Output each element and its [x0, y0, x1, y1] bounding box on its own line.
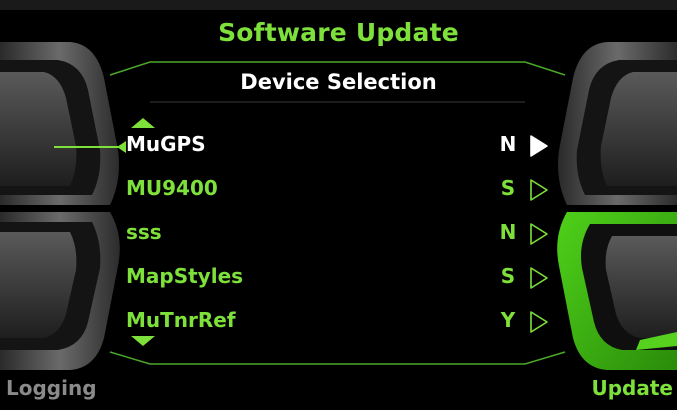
device-status-flag: N: [499, 220, 517, 244]
left-lower-bezel-knob: [0, 212, 120, 370]
triangle-up-icon[interactable]: [131, 118, 155, 128]
right-lower-bezel-knob: [557, 212, 677, 370]
play-arrow-icon[interactable]: [528, 221, 550, 247]
right-upper-bezel-knob: [558, 42, 677, 205]
play-arrow-icon[interactable]: [528, 265, 550, 291]
device-row[interactable]: MapStyles S: [126, 260, 556, 296]
device-status-flag: S: [500, 176, 516, 200]
device-row[interactable]: MuTnrRef Y: [126, 304, 556, 340]
play-arrow-icon[interactable]: [528, 177, 550, 203]
device-status-flag: S: [500, 264, 516, 288]
update-softkey[interactable]: Update: [592, 376, 674, 400]
play-arrow-icon[interactable]: [528, 309, 550, 335]
triangle-down-icon[interactable]: [131, 336, 155, 346]
panel-title: Device Selection: [240, 70, 437, 94]
device-name: MU9400: [126, 176, 218, 200]
software-update-screen: Software Update Device Selection MuGPS N M…: [0, 0, 677, 410]
device-row[interactable]: sss N: [126, 216, 556, 252]
page-title: Software Update: [218, 18, 459, 47]
device-name: MuGPS: [126, 132, 206, 156]
device-name: sss: [126, 220, 162, 244]
device-status-flag: N: [499, 132, 517, 156]
logging-softkey[interactable]: Logging: [6, 376, 97, 400]
play-arrow-icon[interactable]: [528, 133, 550, 159]
device-row[interactable]: MU9400 S: [126, 172, 556, 208]
left-upper-bezel-knob: [0, 42, 119, 205]
device-name: MuTnrRef: [126, 308, 236, 332]
pointer-line-icon: [54, 141, 126, 153]
device-row[interactable]: MuGPS N: [126, 128, 556, 164]
device-name: MapStyles: [126, 264, 244, 288]
device-status-flag: Y: [500, 308, 516, 332]
